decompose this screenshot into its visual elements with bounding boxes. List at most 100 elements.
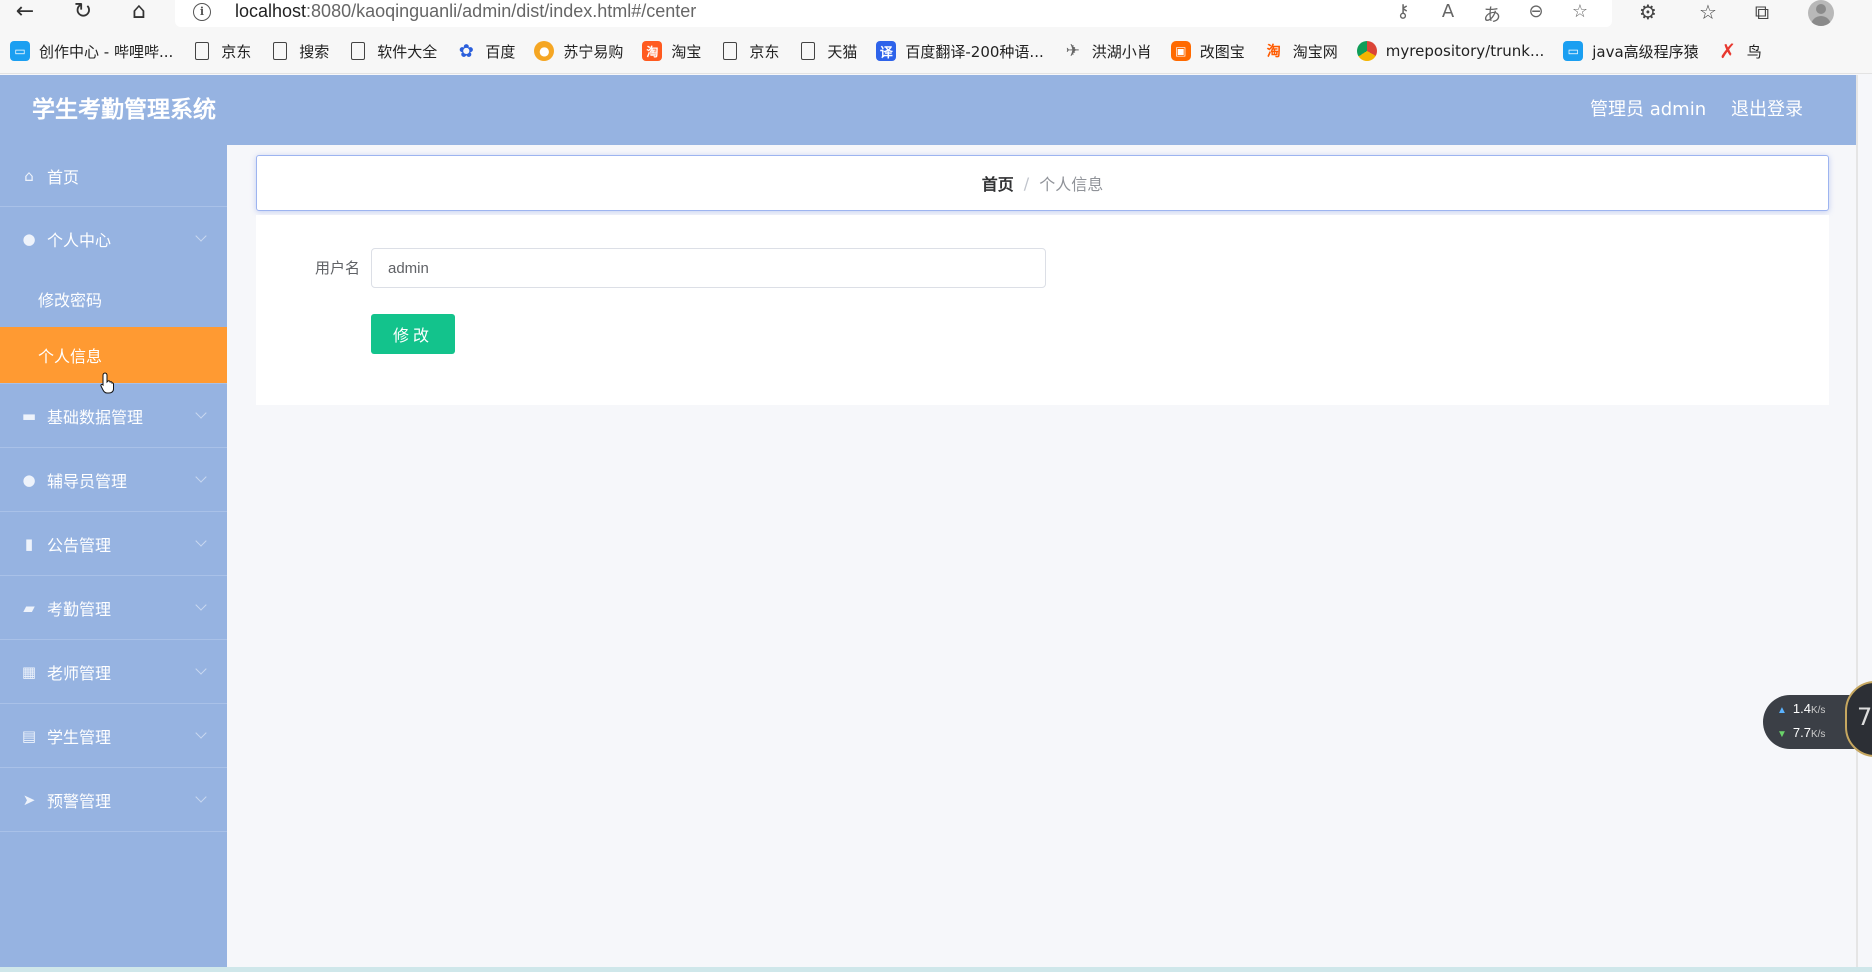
chat-icon: ▰ [23, 598, 35, 617]
url-path: :8080/kaoqinguanli/admin/dist/index.html… [306, 1, 697, 21]
sidebar-item-label: 首页 [47, 167, 80, 187]
translate-icon[interactable]: あ [1479, 1, 1505, 27]
app-title: 学生考勤管理系统 [32, 97, 216, 123]
bookmark-label: 百度翻译-200种语... [905, 42, 1044, 61]
bookmark-label: 天猫 [827, 42, 858, 61]
bar-chart-icon: ▮ [24, 534, 34, 553]
bookmark-item[interactable]: 淘淘宝网 [1264, 41, 1338, 62]
chevron-down-icon [195, 535, 207, 547]
bookmark-label: 苏宁易购 [563, 42, 624, 61]
address-bar[interactable]: i localhost:8080/kaoqinguanli/admin/dist… [175, 0, 1612, 27]
baidu-paw-icon: ✿ [458, 40, 474, 62]
bookmark-item[interactable]: ▣ 改图宝 [1170, 41, 1245, 62]
bookmark-item[interactable]: 京东 [720, 41, 779, 62]
speed-unit: K/s [1810, 705, 1826, 716]
modify-button[interactable]: 修改 [371, 314, 455, 354]
favorites-icon[interactable]: ☆ [1694, 0, 1722, 24]
bookmark-label: 京东 [221, 42, 252, 61]
bookmark-item[interactable]: ✈ 洪湖小肖 [1063, 41, 1152, 62]
sidebar-item-attendance[interactable]: ▰ 考勤管理 [0, 576, 227, 640]
breadcrumb-home[interactable]: 首页 [982, 171, 1014, 195]
bookmark-item[interactable]: 天猫 [798, 41, 857, 62]
bottom-strip [0, 967, 1872, 972]
bookmark-item[interactable]: ● 苏宁易购 [534, 41, 623, 62]
breadcrumb-separator: / [1023, 173, 1030, 193]
bookmark-item[interactable]: 搜索 [270, 41, 329, 62]
taobao-icon: 淘 [1266, 44, 1281, 60]
sidebar-item-home[interactable]: ⌂ 首页 [0, 145, 227, 207]
sidebar-item-warning[interactable]: ➤ 预警管理 [0, 768, 227, 832]
key-icon[interactable]: ⚷ [1390, 1, 1416, 22]
sidebar-item-label: 基础数据管理 [47, 407, 144, 427]
user-icon: ● [22, 230, 36, 248]
chrome-icon [1356, 41, 1377, 61]
sidebar-item-label: 个人中心 [47, 231, 112, 250]
suning-icon: ● [534, 41, 555, 61]
sidebar-item-label: 预警管理 [47, 791, 112, 811]
username-label: 用户名 [314, 259, 360, 277]
bookmark-item[interactable]: 软件大全 [348, 41, 437, 62]
download-speed: ▼ 7.7K/s [1777, 725, 1825, 740]
home-icon[interactable]: ⌂ [124, 0, 154, 24]
swallow-icon: ✗ [1719, 39, 1737, 63]
download-arrow-icon: ▼ [1777, 729, 1787, 740]
zoom-out-icon[interactable]: ⊖ [1523, 1, 1549, 22]
breadcrumb: 首页 / 个人信息 [256, 155, 1829, 211]
chevron-down-icon [195, 230, 207, 242]
back-icon[interactable]: ← [10, 0, 40, 24]
sidebar-item-teacher[interactable]: ▦ 老师管理 [0, 640, 227, 704]
add-favorite-icon[interactable]: ☆ [1567, 1, 1593, 22]
speed-unit: K/s [1810, 729, 1826, 740]
bilibili-tv-icon: ▭ [10, 41, 30, 61]
download-value: 7.7 [1792, 725, 1811, 740]
sidebar-item-label: 老师管理 [47, 663, 112, 683]
profile-avatar[interactable] [1808, 0, 1834, 26]
bilibili-tv-icon: ▭ [1563, 41, 1584, 61]
upload-arrow-icon: ▲ [1777, 705, 1787, 716]
sidebar-item-counselor[interactable]: ● 辅导员管理 [0, 448, 227, 512]
page-icon [351, 42, 366, 60]
bookmark-label: 京东 [749, 42, 780, 61]
site-info-icon[interactable]: i [193, 3, 211, 21]
bird-icon: ✈ [1065, 41, 1080, 61]
sidebar-item-personal-center[interactable]: ● 个人中心 [0, 207, 227, 271]
chevron-down-icon [195, 407, 207, 419]
bookmark-label: 百度 [485, 42, 516, 61]
bookmark-label: myrepository/trunk... [1385, 42, 1545, 60]
bookmark-label: 淘宝 [671, 42, 702, 61]
bookmark-item[interactable]: 淘淘宝 [642, 41, 701, 62]
collections-icon[interactable]: ⧉ [1748, 0, 1776, 24]
read-aloud-icon[interactable]: A [1435, 1, 1461, 22]
home-icon: ⌂ [24, 166, 34, 185]
logout-button[interactable]: 退出登录 [1731, 75, 1803, 145]
bookmark-item[interactable]: ✗ 鸟 [1718, 39, 1761, 63]
bookmark-label: 软件大全 [377, 42, 438, 61]
admin-label: 管理员 admin [1590, 99, 1707, 120]
bookmarks-bar: ▭ 创作中心 - 哔哩哔... 京东 搜索 软件大全 ✿ 百度 ● 苏宁易购 淘淘宝 … [0, 29, 1872, 74]
bookmark-label: java高级程序猿 [1592, 42, 1699, 61]
bookmark-item[interactable]: 京东 [192, 41, 251, 62]
username-input[interactable] [371, 248, 1046, 288]
bookmark-item[interactable]: ▭ java高级程序猿 [1563, 41, 1699, 62]
page-icon [723, 42, 738, 60]
bookmark-item[interactable]: ▭ 创作中心 - 哔哩哔... [10, 41, 173, 62]
user-icon: ● [22, 470, 36, 489]
extensions-icon[interactable]: ⚙ [1634, 0, 1662, 24]
url-text[interactable]: localhost:8080/kaoqinguanli/admin/dist/i… [235, 0, 696, 22]
sidebar-item-student[interactable]: ▤ 学生管理 [0, 704, 227, 768]
bookmark-item[interactable]: myrepository/trunk... [1356, 41, 1545, 61]
sidebar-subitem-change-password[interactable]: 修改密码 [0, 271, 227, 327]
scrollbar-track[interactable] [1856, 75, 1858, 967]
reload-icon[interactable]: ↻ [68, 0, 98, 24]
chevron-down-icon [195, 727, 207, 739]
send-icon: ➤ [22, 790, 36, 809]
sidebar: ⌂ 首页 ● 个人中心 修改密码 个人信息 ▬ 基础数据管理 ● 辅导员管理 ▮… [0, 145, 227, 967]
chevron-down-icon [195, 471, 207, 483]
page-icon [273, 42, 288, 60]
bookmark-label: 搜索 [299, 42, 330, 61]
bookmark-item[interactable]: ✿ 百度 [456, 40, 516, 62]
sidebar-item-announcement[interactable]: ▮ 公告管理 [0, 512, 227, 576]
bookmark-item[interactable]: 译百度翻译-200种语... [876, 41, 1044, 62]
url-host: localhost [235, 1, 307, 21]
gaitubao-icon: ▣ [1170, 41, 1191, 61]
